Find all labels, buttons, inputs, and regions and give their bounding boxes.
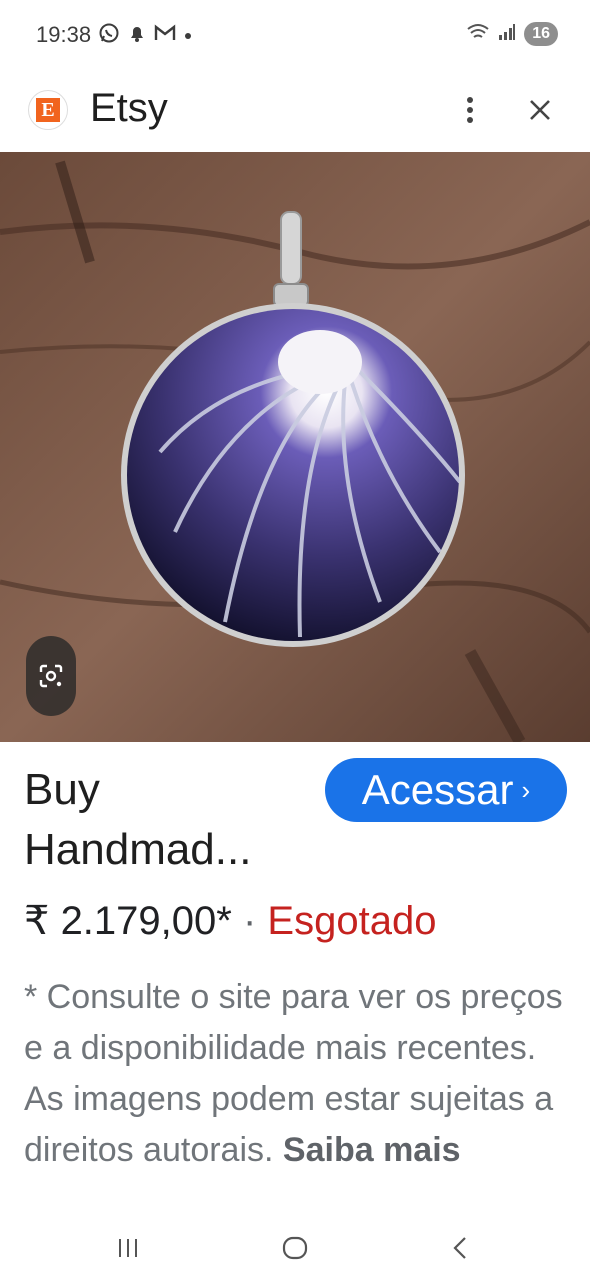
back-icon [453,1237,466,1259]
product-image[interactable] [0,152,590,742]
logo-letter: E [36,98,60,122]
whatsapp-icon [98,22,120,49]
price-separator: · [242,899,257,943]
more-vert-icon [467,97,473,123]
chevron-right-icon: › [521,774,531,805]
back-button[interactable] [440,1230,480,1266]
stock-status: Esgotado [267,899,437,943]
etsy-logo: E [28,90,68,130]
more-options-button[interactable] [452,90,488,130]
wifi-icon [466,23,490,46]
gmail-icon [154,24,176,47]
disclaimer: * Consulte o site para ver os preços e a… [24,972,574,1216]
learn-more-link[interactable]: Saiba mais [283,1131,461,1169]
visit-button-label: Acessar [361,766,514,813]
lens-search-icon [39,664,63,688]
battery-level: 16 [524,22,558,46]
site-header: E Etsy [0,70,590,152]
price-row: ₹ 2.179,00* · Esgotado [24,898,436,944]
close-button[interactable] [520,90,560,130]
notification-bell-icon [128,23,146,48]
navigation-bar [0,1216,590,1280]
dot-icon [184,27,192,45]
lens-button[interactable] [26,636,76,716]
signal-icon [498,23,516,46]
recent-apps-button[interactable] [108,1230,148,1266]
product-title[interactable]: Buy Handmad... [24,760,314,880]
visit-button[interactable]: Acessar › [325,758,567,822]
site-name: Etsy [90,86,168,130]
close-icon [530,100,550,120]
notification-icons [98,22,192,49]
home-icon [282,1236,308,1260]
recent-apps-icon [119,1239,137,1257]
system-status: 16 [466,22,558,46]
status-bar: 19:38 16 [0,0,590,70]
price: ₹ 2.179,00* [24,899,232,943]
pendant-image [0,152,590,742]
home-button[interactable] [275,1230,315,1266]
status-time: 19:38 [36,22,92,47]
